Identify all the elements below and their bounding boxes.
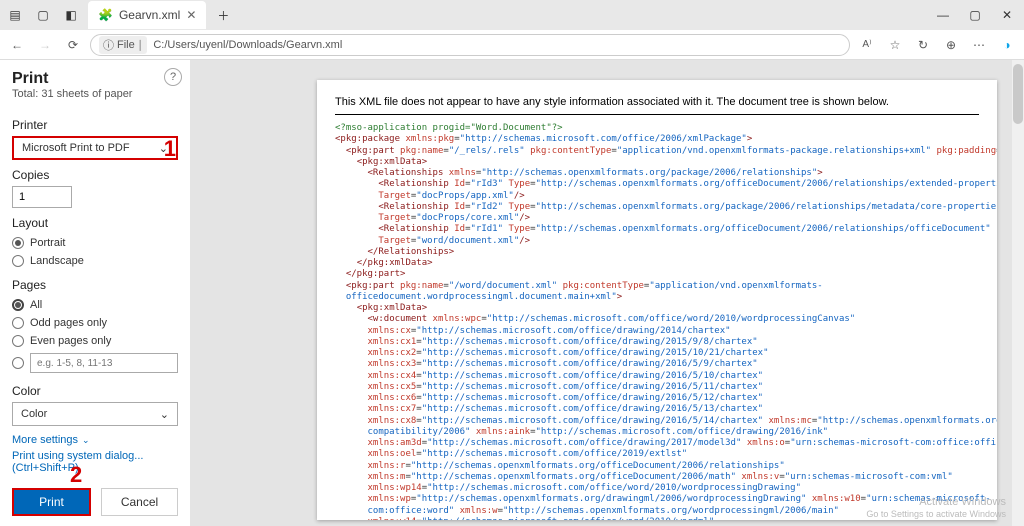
file-chip: ⓘ File │ <box>99 36 147 54</box>
pages-odd-radio[interactable]: Odd pages only <box>12 317 178 329</box>
collections-icon[interactable]: ⊕ <box>940 34 962 56</box>
tab-favicon-icon: 🧩 <box>98 8 113 22</box>
new-tab-icon[interactable]: ＋ <box>212 4 234 26</box>
radio-icon <box>12 335 24 347</box>
radio-icon <box>12 317 24 329</box>
copilot-icon[interactable]: ◧ <box>60 4 82 26</box>
color-select[interactable]: Color ⌄ <box>12 402 178 426</box>
print-panel: ? Print Total: 31 sheets of paper 1 Prin… <box>0 60 190 526</box>
preview-scrollbar[interactable] <box>1012 60 1024 526</box>
browser-tab[interactable]: 🧩 Gearvn.xml ✕ <box>88 1 206 29</box>
more-icon[interactable]: ⋯ <box>968 34 990 56</box>
file-label: File <box>117 39 135 51</box>
app-menu-icon[interactable]: ▤ <box>4 4 26 26</box>
window-minimize-icon[interactable]: — <box>932 4 954 26</box>
pages-custom-radio[interactable] <box>12 353 178 373</box>
pages-custom-input[interactable] <box>30 353 178 373</box>
chevron-down-icon: ⌄ <box>82 435 90 446</box>
help-icon[interactable]: ? <box>164 68 182 86</box>
scroll-thumb[interactable] <box>1013 64 1023 124</box>
xml-code-block: <?mso-application progid="Word.Document"… <box>335 123 979 520</box>
pages-even-radio[interactable]: Even pages only <box>12 335 178 347</box>
print-subtitle: Total: 31 sheets of paper <box>12 88 178 100</box>
workspaces-icon[interactable]: ▢ <box>32 4 54 26</box>
favorite-icon[interactable]: ☆ <box>884 34 906 56</box>
window-maximize-icon[interactable]: ▢ <box>964 4 986 26</box>
copies-label: Copies <box>12 168 178 182</box>
radio-icon <box>12 255 24 267</box>
read-aloud-icon[interactable]: A⁾ <box>856 34 878 56</box>
close-tab-icon[interactable]: ✕ <box>186 8 196 22</box>
address-path: C:/Users/uyenl/Downloads/Gearvn.xml <box>153 39 342 51</box>
annotation-2: 2 <box>70 462 82 488</box>
radio-icon <box>12 299 24 311</box>
print-button[interactable]: Print <box>12 488 91 516</box>
window-close-icon[interactable]: ✕ <box>996 4 1018 26</box>
copies-input[interactable] <box>12 186 72 208</box>
cancel-button[interactable]: Cancel <box>101 488 178 516</box>
print-preview-area: This XML file does not appear to have an… <box>190 60 1024 526</box>
pages-even-text: Even pages only <box>30 335 111 347</box>
address-bar: ← → ⟳ ⓘ File │ C:/Users/uyenl/Downloads/… <box>0 30 1024 60</box>
color-label: Color <box>12 384 178 398</box>
printer-value: Microsoft Print to PDF <box>22 142 130 154</box>
nav-back-icon[interactable]: ← <box>6 34 28 56</box>
printer-label: Printer <box>12 118 178 132</box>
tab-bar: ▤ ▢ ◧ 🧩 Gearvn.xml ✕ ＋ — ▢ ✕ <box>0 0 1024 30</box>
chevron-down-icon: ⌄ <box>160 408 169 421</box>
preview-page: This XML file does not appear to have an… <box>317 80 997 520</box>
annotation-1: 1 <box>164 136 176 162</box>
xml-note: This XML file does not appear to have an… <box>335 96 979 115</box>
print-overlay: ? Print Total: 31 sheets of paper 1 Prin… <box>0 60 1024 526</box>
layout-landscape-text: Landscape <box>30 255 84 267</box>
windows-activation-watermark: Activate Windows Go to Settings to activ… <box>866 496 1006 520</box>
pages-label: Pages <box>12 278 178 292</box>
sync-icon[interactable]: ↻ <box>912 34 934 56</box>
more-settings-link[interactable]: More settings ⌄ <box>12 434 178 446</box>
nav-forward-icon: → <box>34 34 56 56</box>
nav-refresh-icon[interactable]: ⟳ <box>62 34 84 56</box>
tab-title: Gearvn.xml <box>119 8 180 22</box>
system-dialog-link[interactable]: Print using system dialog... (Ctrl+Shift… <box>12 450 178 474</box>
print-title: Print <box>12 70 178 88</box>
layout-landscape-radio[interactable]: Landscape <box>12 255 178 267</box>
layout-label: Layout <box>12 216 178 230</box>
chevron-icon: │ <box>138 40 144 50</box>
pages-all-text: All <box>30 299 42 311</box>
layout-portrait-text: Portrait <box>30 237 65 249</box>
pages-odd-text: Odd pages only <box>30 317 107 329</box>
radio-icon <box>12 237 24 249</box>
copilot-side-icon[interactable]: ◑ <box>996 34 1018 56</box>
file-icon: ⓘ <box>103 37 114 53</box>
printer-select[interactable]: Microsoft Print to PDF ⌄ <box>12 136 178 160</box>
radio-icon <box>12 357 24 369</box>
layout-portrait-radio[interactable]: Portrait <box>12 237 178 249</box>
pages-all-radio[interactable]: All <box>12 299 178 311</box>
color-value: Color <box>21 408 47 420</box>
address-field[interactable]: ⓘ File │ C:/Users/uyenl/Downloads/Gearvn… <box>90 34 850 56</box>
